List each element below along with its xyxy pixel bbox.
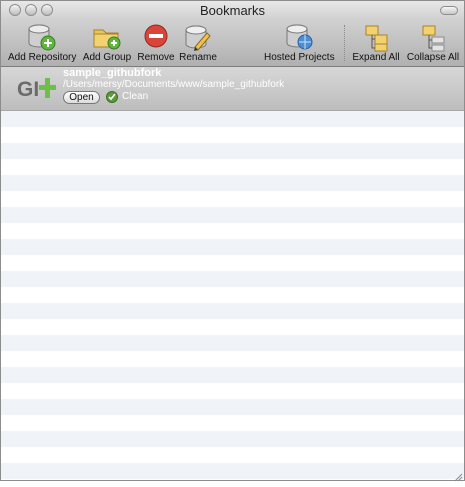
- list-row: [1, 223, 464, 239]
- list-row: [1, 335, 464, 351]
- hosted-projects-button[interactable]: Hosted Projects: [264, 22, 335, 63]
- remove-icon: [139, 22, 173, 53]
- title-bar: Bookmarks: [1, 1, 464, 21]
- repository-name: sample_githubfork: [63, 67, 162, 79]
- list-row: [1, 175, 464, 191]
- database-plus-icon: [25, 22, 59, 53]
- add-group-button[interactable]: Add Group: [82, 22, 132, 63]
- resize-grip-icon[interactable]: [453, 469, 463, 482]
- list-row: [1, 367, 464, 383]
- list-row: [1, 159, 464, 175]
- list-row: [1, 127, 464, 143]
- list-row: [1, 239, 464, 255]
- list-row: [1, 399, 464, 415]
- collapse-all-label: Collapse All: [406, 52, 460, 63]
- check-icon: [106, 91, 118, 103]
- collapse-folders-icon: [416, 22, 450, 53]
- add-group-label: Add Group: [82, 52, 132, 63]
- add-repository-button[interactable]: Add Repository: [8, 22, 76, 63]
- folder-plus-icon: [90, 22, 124, 53]
- toolbar: Add Repository Add Group Remove Rename H…: [1, 21, 464, 67]
- list-row: [1, 207, 464, 223]
- list-row: [1, 255, 464, 271]
- expand-folders-icon: [359, 22, 393, 53]
- bookmarks-window: Bookmarks Add Repository Add Group Remov…: [0, 0, 465, 482]
- toolbar-separator: [344, 25, 345, 61]
- repository-path: /Users/mersy/Documents/www/sample_github…: [63, 79, 285, 90]
- list-row: [1, 447, 464, 463]
- list-row: [1, 415, 464, 431]
- list-row: [1, 287, 464, 303]
- open-button[interactable]: Open: [63, 91, 100, 104]
- remove-label: Remove: [137, 52, 175, 63]
- list-row: [1, 463, 464, 479]
- list-row: [1, 303, 464, 319]
- remove-button[interactable]: Remove: [137, 22, 175, 63]
- repository-row[interactable]: GI sample_githubfork /Users/mersy/Docume…: [1, 67, 464, 111]
- git-logo-icon: GI: [17, 73, 59, 103]
- window-title: Bookmarks: [199, 3, 266, 18]
- rename-label: Rename: [179, 52, 217, 63]
- expand-all-button[interactable]: Expand All: [351, 22, 401, 63]
- collapse-all-button[interactable]: Collapse All: [405, 22, 461, 63]
- hosted-projects-label: Hosted Projects: [264, 52, 335, 63]
- list-row: [1, 383, 464, 399]
- list-row: [1, 351, 464, 367]
- list-row: [1, 143, 464, 159]
- list-row: [1, 271, 464, 287]
- list-row: [1, 191, 464, 207]
- list-row: [1, 431, 464, 447]
- expand-all-label: Expand All: [352, 52, 400, 63]
- list-row: [1, 111, 464, 127]
- add-repository-label: Add Repository: [8, 52, 77, 63]
- rename-button[interactable]: Rename: [179, 22, 217, 63]
- hosted-database-icon: [282, 22, 316, 53]
- bookmarks-list[interactable]: [1, 111, 464, 480]
- rename-pencil-icon: [181, 22, 215, 53]
- repository-status: Clean: [122, 91, 149, 102]
- list-row: [1, 319, 464, 335]
- toolbar-toggle-button[interactable]: [440, 6, 458, 15]
- svg-text:GI: GI: [17, 78, 39, 101]
